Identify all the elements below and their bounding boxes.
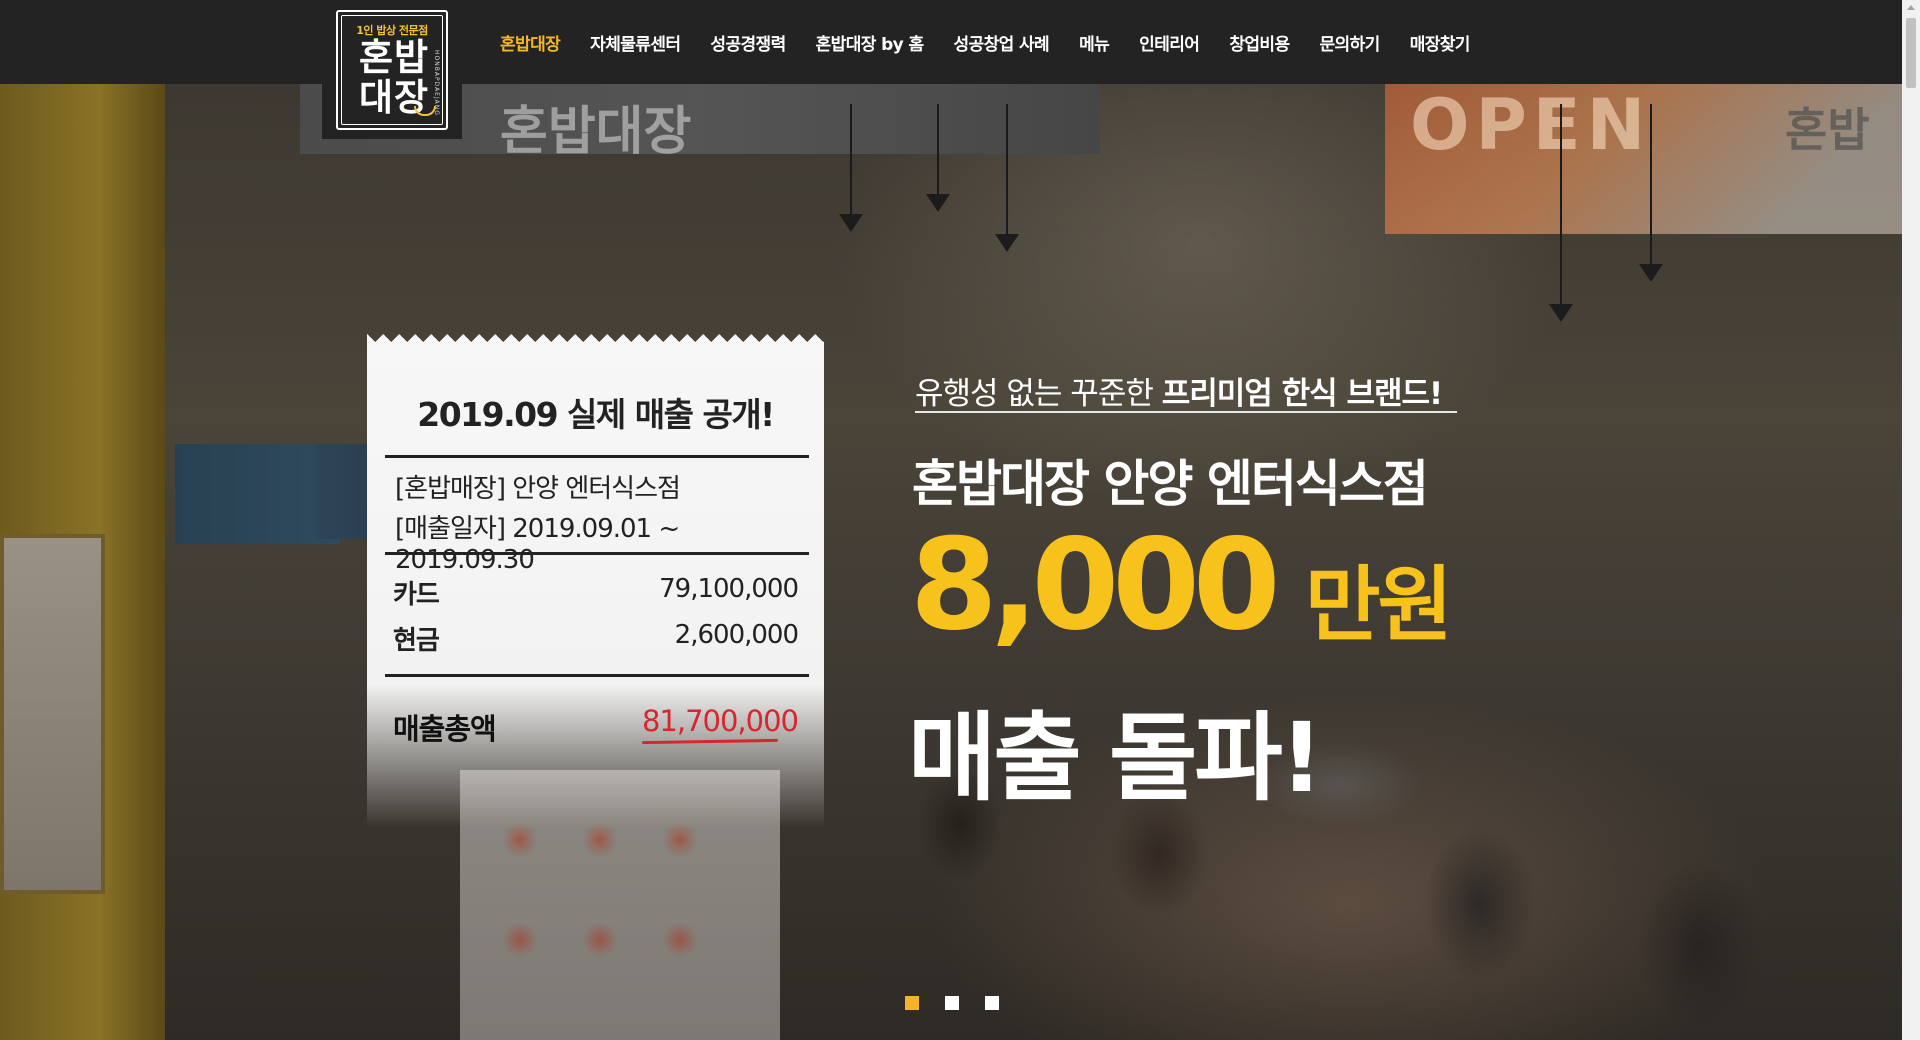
pendant-lamp-icon [995,104,1019,252]
background-open-text: OPEN [1410,84,1652,166]
hero-sales-number: 8,000 [910,511,1281,658]
nav-item-competitiveness[interactable]: 성공경쟁력 [710,30,786,55]
receipt-date-label: [매출일자] [395,514,506,544]
nav-item-store-finder[interactable]: 매장찾기 [1410,30,1471,55]
nav-item-by-home[interactable]: 혼밥대장 by 홈 [816,30,924,55]
nav-item-inquiry[interactable]: 문의하기 [1320,30,1381,55]
pendant-lamp-icon [839,104,863,232]
main-nav: 혼밥대장 자체물류센터 성공경쟁력 혼밥대장 by 홈 성공창업 사례 메뉴 인… [500,0,1500,84]
receipt-title: 2019.09 실제 매출 공개! [417,395,775,434]
receipt-total-underline [641,738,779,745]
logo-frame: 1인 밥상 전문점 혼밥 대장 HONBAPDAEJANG [336,10,448,130]
hero-store-name: 혼밥대장 안양 엔터식스점 [912,455,1429,513]
receipt-date-row: [매출일자] 2019.09.01 ~ 2019.09.30 [395,508,824,575]
nav-item-interior[interactable]: 인테리어 [1139,30,1200,55]
receipt-total-value: 81,700,000 [641,704,799,738]
background-corner-text: 혼밥 [1785,103,1870,157]
scroll-up-arrow-icon[interactable] [1907,5,1915,10]
background-sign-text: 혼밥대장 [500,102,692,162]
receipt-cash-label: 현금 [393,626,440,656]
nav-item-startup-cost[interactable]: 창업비용 [1229,30,1290,55]
receipt-divider [385,674,809,677]
pendant-lamp-icon [1639,104,1663,282]
hero-subheadline: 유행성 없는 꾸준한 프리미엄 한식 브랜드! [915,368,1443,413]
subheadline-underline [915,411,1457,413]
hero-sales-unit: 만원 [1305,558,1453,653]
receipt-torn-edge [367,334,824,350]
site-header: 혼밥대장 자체물류센터 성공경쟁력 혼밥대장 by 홈 성공창업 사례 메뉴 인… [0,0,1902,84]
background-poster [0,534,105,894]
subheadline-bold: 프리미엄 한식 브랜드! [1161,376,1443,412]
slider-dot-2[interactable] [945,996,959,1010]
slider-dot-3[interactable] [985,996,999,1010]
nav-item-logistics-center[interactable]: 자체물류센터 [590,30,681,55]
receipt-store-value: 안양 엔터식스점 [512,474,681,504]
slider-pagination [905,996,1025,1010]
receipt-card-label: 카드 [393,580,440,610]
receipt-divider [385,552,809,555]
sales-receipt-card: 2019.09 실제 매출 공개! [혼밥매장] 안양 엔터식스점 [매출일자]… [367,334,824,828]
logo-line-1: 혼밥 [358,36,430,79]
site-logo[interactable]: 1인 밥상 전문점 혼밥 대장 HONBAPDAEJANG [322,0,462,139]
receipt-store-label: [혼밥매장] [395,474,506,504]
pendant-lamp-icon [926,104,950,212]
receipt-divider [385,455,809,458]
receipt-card-value: 79,100,000 [659,574,799,604]
nav-item-menu[interactable]: 메뉴 [1079,30,1110,55]
nav-item-success-cases[interactable]: 성공창업 사례 [954,30,1050,55]
receipt-store-row: [혼밥매장] 안양 엔터식스점 [395,468,681,505]
receipt-cash-value: 2,600,000 [674,620,799,650]
nav-item-honbapdaejang[interactable]: 혼밥대장 [500,30,561,55]
page-scrollbar[interactable] [1902,0,1920,1040]
subheadline-plain: 유행성 없는 꾸준한 [915,376,1162,412]
scrollbar-thumb[interactable] [1906,18,1916,88]
slider-dot-1[interactable] [905,996,919,1010]
receipt-total-label: 매출총액 [393,712,497,746]
hero-breakthrough-text: 매출 돌파! [908,702,1323,814]
pendant-lamp-icon [1549,104,1573,322]
